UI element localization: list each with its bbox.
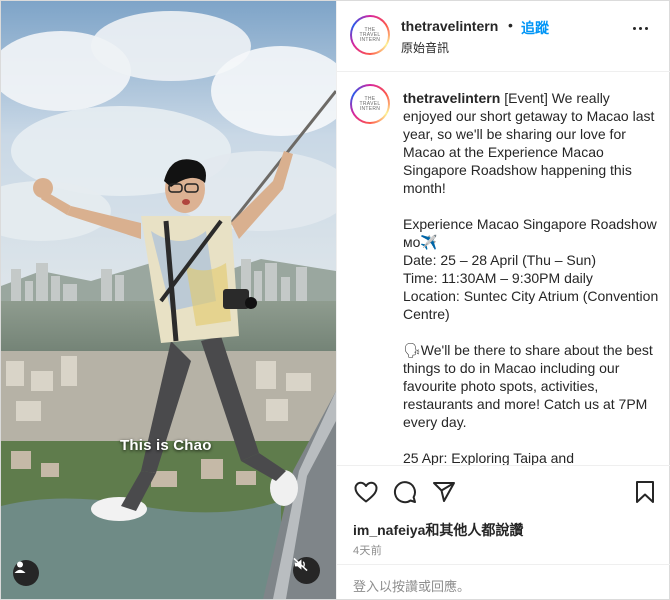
instagram-post: This is Chao THE TRAVEL INTERN thetravelin…	[0, 0, 670, 600]
header-username[interactable]: thetravelintern	[401, 18, 498, 34]
muted-speaker-icon	[293, 557, 308, 572]
caption-text: [Event] We really enjoyed our short geta…	[403, 90, 659, 465]
avatar-inner: THE TRAVEL INTERN	[352, 86, 388, 122]
caption-username[interactable]: thetravelintern	[403, 90, 500, 106]
caption-area: THE TRAVEL INTERN thetravelintern [Event] W…	[337, 73, 670, 465]
more-dot	[639, 27, 642, 30]
login-prompt[interactable]: 登入以按讚或回應。	[353, 576, 470, 595]
bookmark-icon	[636, 481, 654, 503]
mute-toggle-button[interactable]	[293, 557, 320, 584]
heart-icon	[354, 481, 378, 503]
comment-icon	[394, 481, 416, 504]
likes-suffix[interactable]: 和其他人都說讚	[425, 522, 523, 538]
post-timestamp[interactable]: 4天前	[353, 542, 382, 558]
share-icon	[433, 482, 455, 502]
account-logo: THE TRAVEL INTERN	[359, 95, 381, 112]
account-logo: THE TRAVEL INTERN	[359, 26, 381, 43]
likes-summary: im_nafeiya和其他人都說讚	[353, 520, 523, 540]
post-media[interactable]: This is Chao	[1, 1, 336, 599]
liker-username[interactable]: im_nafeiya	[353, 522, 425, 538]
reel-photo	[1, 1, 336, 599]
avatar-inner: THE TRAVEL INTERN	[352, 17, 388, 53]
post-caption: thetravelintern [Event] We really enjoyed…	[403, 89, 661, 465]
more-dot	[645, 27, 648, 30]
caption-avatar[interactable]: THE TRAVEL INTERN	[350, 84, 390, 124]
audio-label[interactable]: 原始音訊	[401, 39, 449, 56]
share-button[interactable]	[431, 479, 457, 505]
like-button[interactable]	[353, 479, 379, 505]
avatar[interactable]: THE TRAVEL INTERN	[350, 15, 390, 55]
separator-dot: •	[508, 17, 513, 33]
save-button[interactable]	[632, 479, 658, 505]
action-bar: im_nafeiya和其他人都說讚 4天前 登入以按讚或回應。	[337, 465, 670, 599]
more-options-icon[interactable]	[633, 27, 648, 30]
follow-button[interactable]: 追蹤	[521, 18, 549, 38]
user-tag-icon	[14, 561, 26, 573]
post-header: THE TRAVEL INTERN thetravelintern • 追蹤 原始音…	[337, 1, 670, 72]
more-dot	[633, 27, 636, 30]
comment-login-bar: 登入以按讚或回應。	[337, 564, 670, 600]
comment-button[interactable]	[392, 479, 418, 505]
post-side-panel: THE TRAVEL INTERN thetravelintern • 追蹤 原始音…	[336, 1, 670, 599]
tagged-user-button[interactable]	[13, 560, 39, 586]
reel-subtitle: This is Chao	[120, 437, 212, 454]
